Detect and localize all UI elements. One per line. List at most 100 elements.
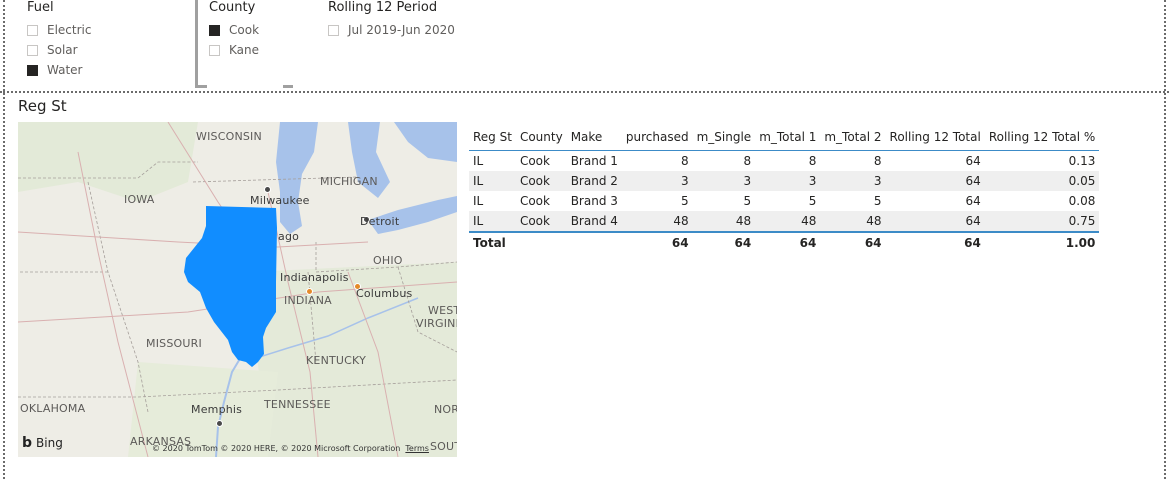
table-cell: 0.75: [984, 211, 1100, 232]
table-cell: 8: [680, 154, 689, 168]
table-cell: 8: [743, 154, 752, 168]
table-cell: Brand 3: [570, 194, 618, 208]
table-row[interactable]: IL Cook Brand 1 8 8 8 8 64 0.13: [469, 151, 1099, 172]
total-cell: 64: [820, 231, 886, 252]
map-label-tennessee: TENNESSEE: [264, 398, 331, 411]
checkbox[interactable]: [27, 44, 38, 56]
total-cell: 64: [692, 231, 756, 252]
rolling-option[interactable]: Jul 2019-Jun 2020: [328, 20, 455, 40]
table-row[interactable]: IL Cook Brand 3 5 5 5 5 64 0.08: [469, 191, 1099, 211]
map-label-indianapolis: Indianapolis: [280, 271, 349, 284]
map-label-chicago: ago: [278, 230, 300, 243]
county-slicer-title: County: [209, 0, 256, 15]
table-cell: 5: [680, 194, 689, 208]
fuel-option-water[interactable]: Water: [27, 60, 91, 80]
table-cell: 5: [808, 194, 817, 208]
column-header[interactable]: Rolling 12 Total %: [984, 124, 1100, 151]
table-cell: 64: [885, 211, 985, 232]
table-cell: Cook: [515, 211, 567, 232]
table-cell: 3: [621, 171, 693, 191]
option-label: Kane: [229, 43, 259, 57]
map-label-kentucky: KENTUCKY: [306, 354, 366, 367]
map-label-missouri: MISSOURI: [146, 337, 202, 350]
city-marker: [306, 288, 313, 295]
table-cell: Brand 2: [566, 171, 622, 191]
table-total-row: Total 64 64 64 64 64 1.00: [469, 231, 1100, 252]
checkbox[interactable]: [27, 64, 38, 76]
column-header[interactable]: m_Total 1: [755, 124, 821, 151]
option-label: Electric: [47, 23, 92, 37]
total-cell: 1.00: [984, 231, 1100, 252]
column-header[interactable]: m_Single: [692, 124, 756, 151]
bing-logo: b Bing: [22, 435, 63, 451]
table-cell: 3: [692, 171, 756, 191]
checkbox[interactable]: [328, 24, 339, 36]
terms-link[interactable]: Terms: [405, 444, 429, 453]
table-cell: 64: [965, 194, 981, 208]
fuel-slicer: Fuel Electric Solar Water: [27, 0, 91, 80]
total-cell: 64: [755, 231, 821, 252]
table-cell: 48: [820, 211, 886, 232]
checkbox[interactable]: [209, 44, 220, 56]
fuel-slicer-title: Fuel: [27, 0, 54, 15]
map-label-ohio: OHIO: [373, 254, 403, 267]
canvas-grid-line: [3, 0, 5, 479]
table-cell: 48: [692, 211, 756, 232]
table-cell: 0.13: [1068, 154, 1096, 168]
bing-label: Bing: [36, 436, 63, 450]
data-table: Reg St County Make purchased m_Single m_…: [469, 124, 1100, 252]
option-label: Jul 2019-Jun 2020: [348, 23, 455, 37]
map-label-detroit: Detroit: [360, 215, 400, 228]
map-label-milwaukee: Milwaukee: [250, 194, 310, 207]
table-cell: Cook: [519, 194, 550, 208]
map-label-indiana: INDIANA: [284, 294, 332, 307]
table-cell: 48: [755, 211, 821, 232]
selection-handle[interactable]: [283, 85, 293, 88]
fuel-option-solar[interactable]: Solar: [27, 40, 91, 60]
column-header[interactable]: Reg St: [469, 124, 516, 151]
table-cell: 64: [965, 154, 981, 168]
table-cell: IL: [473, 194, 484, 208]
column-header[interactable]: County: [515, 124, 567, 151]
map-label-north-carolina: NOR: [434, 403, 457, 416]
table-cell: Cook: [519, 154, 550, 168]
checkbox[interactable]: [27, 24, 38, 36]
map-label-oklahoma: OKLAHOMA: [20, 402, 86, 415]
table-row[interactable]: IL Cook Brand 4 48 48 48 48 64 0.75: [469, 211, 1100, 232]
selection-handle[interactable]: [195, 0, 198, 88]
table-cell: [515, 231, 567, 252]
canvas-grid-line: [1164, 0, 1166, 479]
table-cell: 0.08: [1068, 194, 1096, 208]
rolling-period-slicer: Rolling 12 Period Jul 2019-Jun 2020: [328, 0, 455, 40]
copyright-text: © 2020 TomTom © 2020 HERE, © 2020 Micros…: [152, 444, 401, 453]
option-label: Solar: [47, 43, 78, 57]
table-cell: 8: [808, 154, 817, 168]
table-cell: 3: [820, 171, 886, 191]
table-cell: Brand 4: [566, 211, 622, 232]
table-cell: IL: [469, 171, 516, 191]
table-cell: 64: [885, 171, 985, 191]
map-label-west-virginia: WEST: [428, 304, 457, 317]
county-slicer: County Cook Kane: [209, 0, 259, 60]
checkbox[interactable]: [209, 24, 220, 36]
total-label: Total: [469, 231, 516, 252]
column-header[interactable]: m_Total 2: [820, 124, 886, 151]
fuel-option-electric[interactable]: Electric: [27, 20, 91, 40]
option-label: Water: [47, 63, 83, 77]
table-row[interactable]: IL Cook Brand 2 3 3 3 3 64 0.05: [469, 171, 1100, 191]
map-label-south: SOUTH: [430, 440, 457, 453]
column-header[interactable]: Make: [566, 124, 622, 151]
city-marker: [216, 420, 223, 427]
map-visual[interactable]: WISCONSIN MICHIGAN IOWA OHIO INDIANA MIS…: [18, 122, 457, 457]
county-option-kane[interactable]: Kane: [209, 40, 259, 60]
selection-handle[interactable]: [195, 85, 207, 88]
column-header[interactable]: purchased: [621, 124, 693, 151]
map-label-columbus: Columbus: [356, 287, 413, 300]
column-header[interactable]: Rolling 12 Total: [885, 124, 985, 151]
map-label-memphis: Memphis: [191, 403, 243, 416]
table-cell: IL: [473, 154, 484, 168]
county-option-cook[interactable]: Cook: [209, 20, 259, 40]
total-cell: 64: [621, 231, 693, 252]
map-label-michigan: MICHIGAN: [320, 175, 378, 188]
table-header-row: Reg St County Make purchased m_Single m_…: [469, 124, 1100, 151]
